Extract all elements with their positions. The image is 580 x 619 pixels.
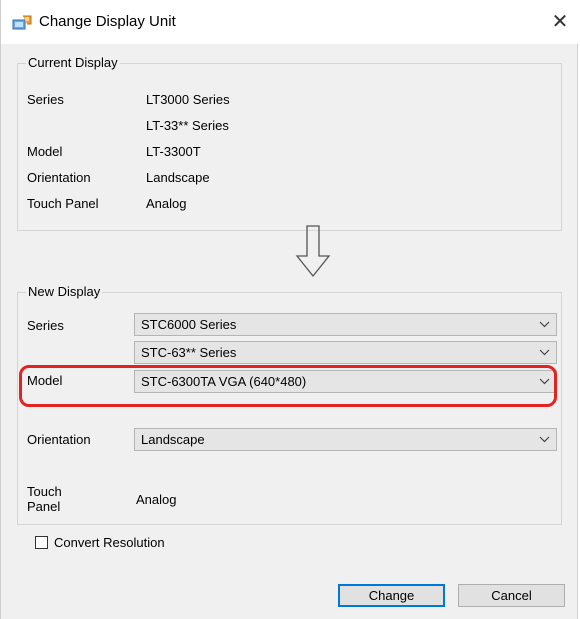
cancel-button-label: Cancel: [491, 588, 532, 603]
current-model-label: Model: [27, 144, 63, 159]
change-display-unit-dialog: Change Display Unit ✕ Current Display Se…: [0, 0, 579, 619]
current-orientation-value: Landscape: [146, 170, 210, 185]
chevron-down-icon: [539, 321, 550, 328]
down-arrow-icon: [295, 225, 331, 278]
new-series-label: Series: [27, 318, 64, 333]
series-dropdown-value: STC6000 Series: [141, 317, 237, 332]
model-highlight-box: [19, 365, 557, 407]
current-touch-panel-label: Touch Panel: [27, 196, 99, 211]
current-display-legend: Current Display: [26, 55, 120, 70]
close-button[interactable]: ✕: [545, 8, 575, 36]
title-bar: Change Display Unit ✕: [1, 0, 579, 44]
new-touch-panel-value: Analog: [136, 492, 177, 507]
new-orientation-label: Orientation: [27, 432, 91, 447]
chevron-down-icon: [539, 349, 550, 356]
new-display-legend: New Display: [26, 284, 103, 299]
change-button[interactable]: Change: [338, 584, 445, 607]
sub-series-dropdown[interactable]: STC-63** Series: [134, 341, 557, 364]
series-dropdown[interactable]: STC6000 Series: [134, 313, 557, 336]
convert-resolution-label[interactable]: Convert Resolution: [54, 535, 165, 550]
window-title: Change Display Unit: [39, 13, 176, 30]
orientation-dropdown-value: Landscape: [141, 432, 205, 447]
new-touch-panel-label-line2: Panel: [27, 499, 61, 514]
sub-series-dropdown-value: STC-63** Series: [141, 345, 237, 360]
convert-resolution-checkbox[interactable]: [35, 536, 48, 549]
current-touch-panel-value: Analog: [146, 196, 187, 211]
current-series-label: Series: [27, 92, 64, 107]
chevron-down-icon: [539, 436, 550, 443]
close-icon: ✕: [551, 11, 569, 33]
new-touch-panel-label-line1: Touch: [27, 484, 62, 499]
current-orientation-label: Orientation: [27, 170, 91, 185]
current-model-value: LT-3300T: [146, 144, 201, 159]
current-series-sub-value: LT-33** Series: [146, 118, 229, 133]
current-series-value: LT3000 Series: [146, 92, 230, 107]
display-unit-icon: [12, 15, 32, 30]
change-button-label: Change: [368, 588, 415, 603]
cancel-button[interactable]: Cancel: [458, 584, 565, 607]
orientation-dropdown[interactable]: Landscape: [134, 428, 557, 451]
